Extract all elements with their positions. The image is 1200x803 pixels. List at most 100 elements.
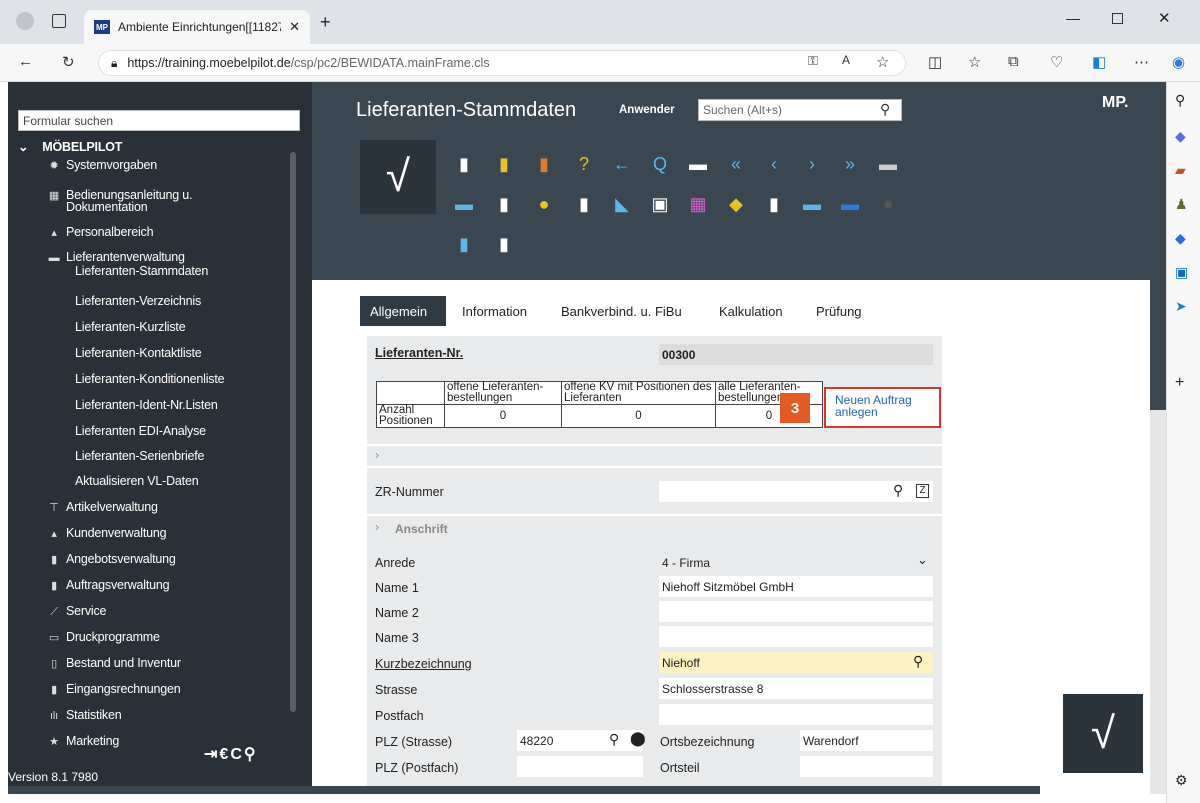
first-record-icon[interactable]: « — [724, 152, 748, 176]
document-user-icon[interactable]: ▮ — [492, 192, 516, 216]
search-icon[interactable]: Q — [648, 152, 672, 176]
zip-street-input[interactable]: 48220 — [517, 730, 643, 751]
po-box-input[interactable] — [659, 704, 933, 725]
form-search-input[interactable]: Formular suchen — [18, 110, 300, 131]
sidebar-item-personalbereich[interactable]: ▴ Personalbereich — [48, 225, 153, 239]
truck-icon[interactable]: ▬ — [452, 192, 476, 216]
chevron-down-icon[interactable]: ⌄ — [917, 552, 928, 568]
z-icon[interactable]: Z — [916, 484, 929, 498]
browser-tab[interactable]: MP Ambiente Einrichtungen[[11827- ✕ — [84, 10, 310, 44]
settings-icon[interactable]: ⚙ — [1175, 772, 1188, 789]
folder-colorful-icon[interactable]: ◆ — [724, 192, 748, 216]
back-icon[interactable]: ← — [18, 53, 33, 70]
help-icon[interactable]: ? — [572, 152, 596, 176]
search-icon[interactable]: ⚲ — [1175, 92, 1185, 109]
name1-input[interactable]: Niehoff Sitzmöbel GmbH — [659, 576, 933, 597]
next-record-icon[interactable]: › — [800, 152, 824, 176]
open-folder-icon[interactable]: ▮ — [492, 152, 516, 176]
horizontal-scrollbar[interactable] — [8, 786, 1040, 794]
sidebar-subitem[interactable]: Lieferanten-Stammdaten — [75, 264, 208, 278]
extension-icon[interactable]: ◧ — [1092, 53, 1106, 71]
split-screen-icon[interactable]: ◫ — [928, 53, 942, 71]
games-icon[interactable]: ♟ — [1175, 196, 1188, 213]
delete-icon[interactable]: ▮ — [532, 152, 556, 176]
minimize-icon[interactable]: — — [1066, 10, 1080, 26]
tag-icon[interactable]: ◆ — [1175, 128, 1186, 145]
salutation-select[interactable]: 4 - Firma — [659, 550, 933, 571]
disabled-icon[interactable]: ● — [876, 192, 900, 216]
address-bar[interactable]: 🔒︎ https://training.moebelpilot.de/csp/p… — [98, 50, 906, 76]
sidebar-subitem[interactable]: Lieferanten-Kontaktliste — [75, 346, 202, 360]
card-icon[interactable]: ▬ — [876, 152, 900, 176]
coin-icon[interactable]: ● — [532, 192, 556, 216]
tree-root[interactable]: ⌄ MÖBELPILOT — [18, 139, 122, 154]
sidebar-scrollbar[interactable] — [290, 152, 296, 712]
clipboard-icon[interactable]: ▣ — [648, 192, 672, 216]
new-order-button[interactable]: Neuen Auftrag anlegen — [824, 387, 941, 428]
outlook-icon[interactable]: ▣ — [1175, 264, 1188, 281]
health-icon[interactable]: ♡ — [1050, 53, 1063, 71]
image-document-icon[interactable]: ▮ — [452, 232, 476, 256]
name2-input[interactable] — [659, 601, 933, 622]
tab-allgemein[interactable]: Allgemein — [360, 296, 446, 326]
search-icon[interactable]: ⚲ — [609, 731, 619, 748]
close-tab-icon[interactable]: ✕ — [289, 19, 300, 35]
favorites-icon[interactable]: ☆ — [968, 53, 981, 71]
profile-icon[interactable] — [16, 12, 34, 30]
sidebar-item-bedienungsanleitung-2[interactable]: Dokumentation — [66, 200, 148, 214]
copy-icon[interactable]: ▮ — [762, 192, 786, 216]
name3-input[interactable] — [659, 626, 933, 647]
more-icon[interactable]: ⋯ — [1134, 53, 1149, 71]
sidebar-subitem[interactable]: Lieferanten-Verzeichnis — [75, 294, 201, 308]
short-name-input[interactable]: Niehoff — [659, 652, 933, 673]
search-icon[interactable]: ⚲ — [880, 101, 890, 118]
confirm-icon[interactable]: √ — [360, 140, 436, 214]
city-input[interactable]: Warendorf — [800, 730, 933, 751]
refresh-icon[interactable]: ↻ — [62, 53, 75, 71]
sidebar-item-lieferantenverwaltung[interactable]: ▬ Lieferantenverwaltung — [48, 250, 185, 264]
map-pin-icon[interactable]: ⬤ — [630, 730, 646, 747]
chevron-right-icon[interactable]: › — [375, 448, 379, 462]
id-number-icon[interactable]: ▬ — [838, 192, 862, 216]
sidebar-item-service[interactable]: ⟋ Service — [48, 604, 106, 619]
chevron-right-icon[interactable]: › — [375, 520, 379, 534]
new-document-icon[interactable]: ▮ — [452, 152, 476, 176]
address-section-header[interactable]: Anschrift — [395, 522, 448, 536]
send-icon[interactable]: ➤ — [1175, 298, 1187, 315]
tab-actions-icon[interactable] — [52, 14, 66, 28]
global-search-input[interactable]: Suchen (Alt+s) — [698, 99, 902, 121]
collections-icon[interactable]: ⧉ — [1008, 53, 1019, 70]
add-sidebar-icon[interactable]: + — [1175, 374, 1184, 392]
back-arrow-icon[interactable]: ← — [610, 152, 634, 176]
sidebar-subitem[interactable]: Lieferanten EDI-Analyse — [75, 424, 206, 438]
sidebar-item-kundenverwaltung[interactable]: ▴ Kundenverwaltung — [48, 526, 166, 540]
currency-icon[interactable]: € — [219, 746, 230, 763]
sidebar-subitem[interactable]: Lieferanten-Ident-Nr.Listen — [75, 398, 218, 412]
district-input[interactable] — [800, 756, 933, 777]
sidebar-item-systemvorgaben[interactable]: ✹ Systemvorgaben — [48, 158, 157, 172]
delivery-icon[interactable]: ▬ — [800, 192, 824, 216]
last-record-icon[interactable]: » — [838, 152, 862, 176]
sidebar-subitem[interactable]: Lieferanten-Kurzliste — [75, 320, 186, 334]
sidebar-subitem[interactable]: Lieferanten-Serienbriefe — [75, 449, 205, 463]
street-input[interactable]: Schlosserstrasse 8 — [659, 678, 933, 699]
favorite-star-icon[interactable]: ☆ — [876, 53, 889, 71]
briefcase-icon[interactable]: ▰ — [1175, 162, 1186, 179]
copilot-icon[interactable]: ◉ — [1172, 53, 1185, 71]
close-window-icon[interactable]: ✕ — [1158, 9, 1171, 27]
sidebar-subitem[interactable]: Lieferanten-Konditionenliste — [75, 372, 225, 386]
print-icon[interactable]: ▬ — [686, 152, 710, 176]
sidebar-item-bestand[interactable]: ▯ Bestand und Inventur — [48, 656, 181, 670]
tab-kalkulation[interactable]: Kalkulation — [709, 296, 793, 326]
maximize-icon[interactable] — [1112, 13, 1123, 24]
supplier-number-label[interactable]: Lieferanten-Nr. — [375, 346, 463, 360]
logout-icon[interactable]: ⇥ — [204, 746, 219, 763]
tab-pruefung[interactable]: Prüfung — [806, 296, 872, 326]
read-aloud-icon[interactable]: A — [842, 53, 850, 67]
key-icon[interactable]: ⚿ — [808, 53, 818, 69]
new-tab-icon[interactable]: + — [320, 12, 331, 33]
zr-number-input[interactable] — [659, 481, 933, 502]
sidebar-item-eingangsrechnungen[interactable]: ▮ Eingangsrechnungen — [48, 682, 181, 696]
document-edit-icon[interactable]: ▮ — [572, 192, 596, 216]
sidebar-item-marketing[interactable]: ★ Marketing — [48, 734, 119, 748]
